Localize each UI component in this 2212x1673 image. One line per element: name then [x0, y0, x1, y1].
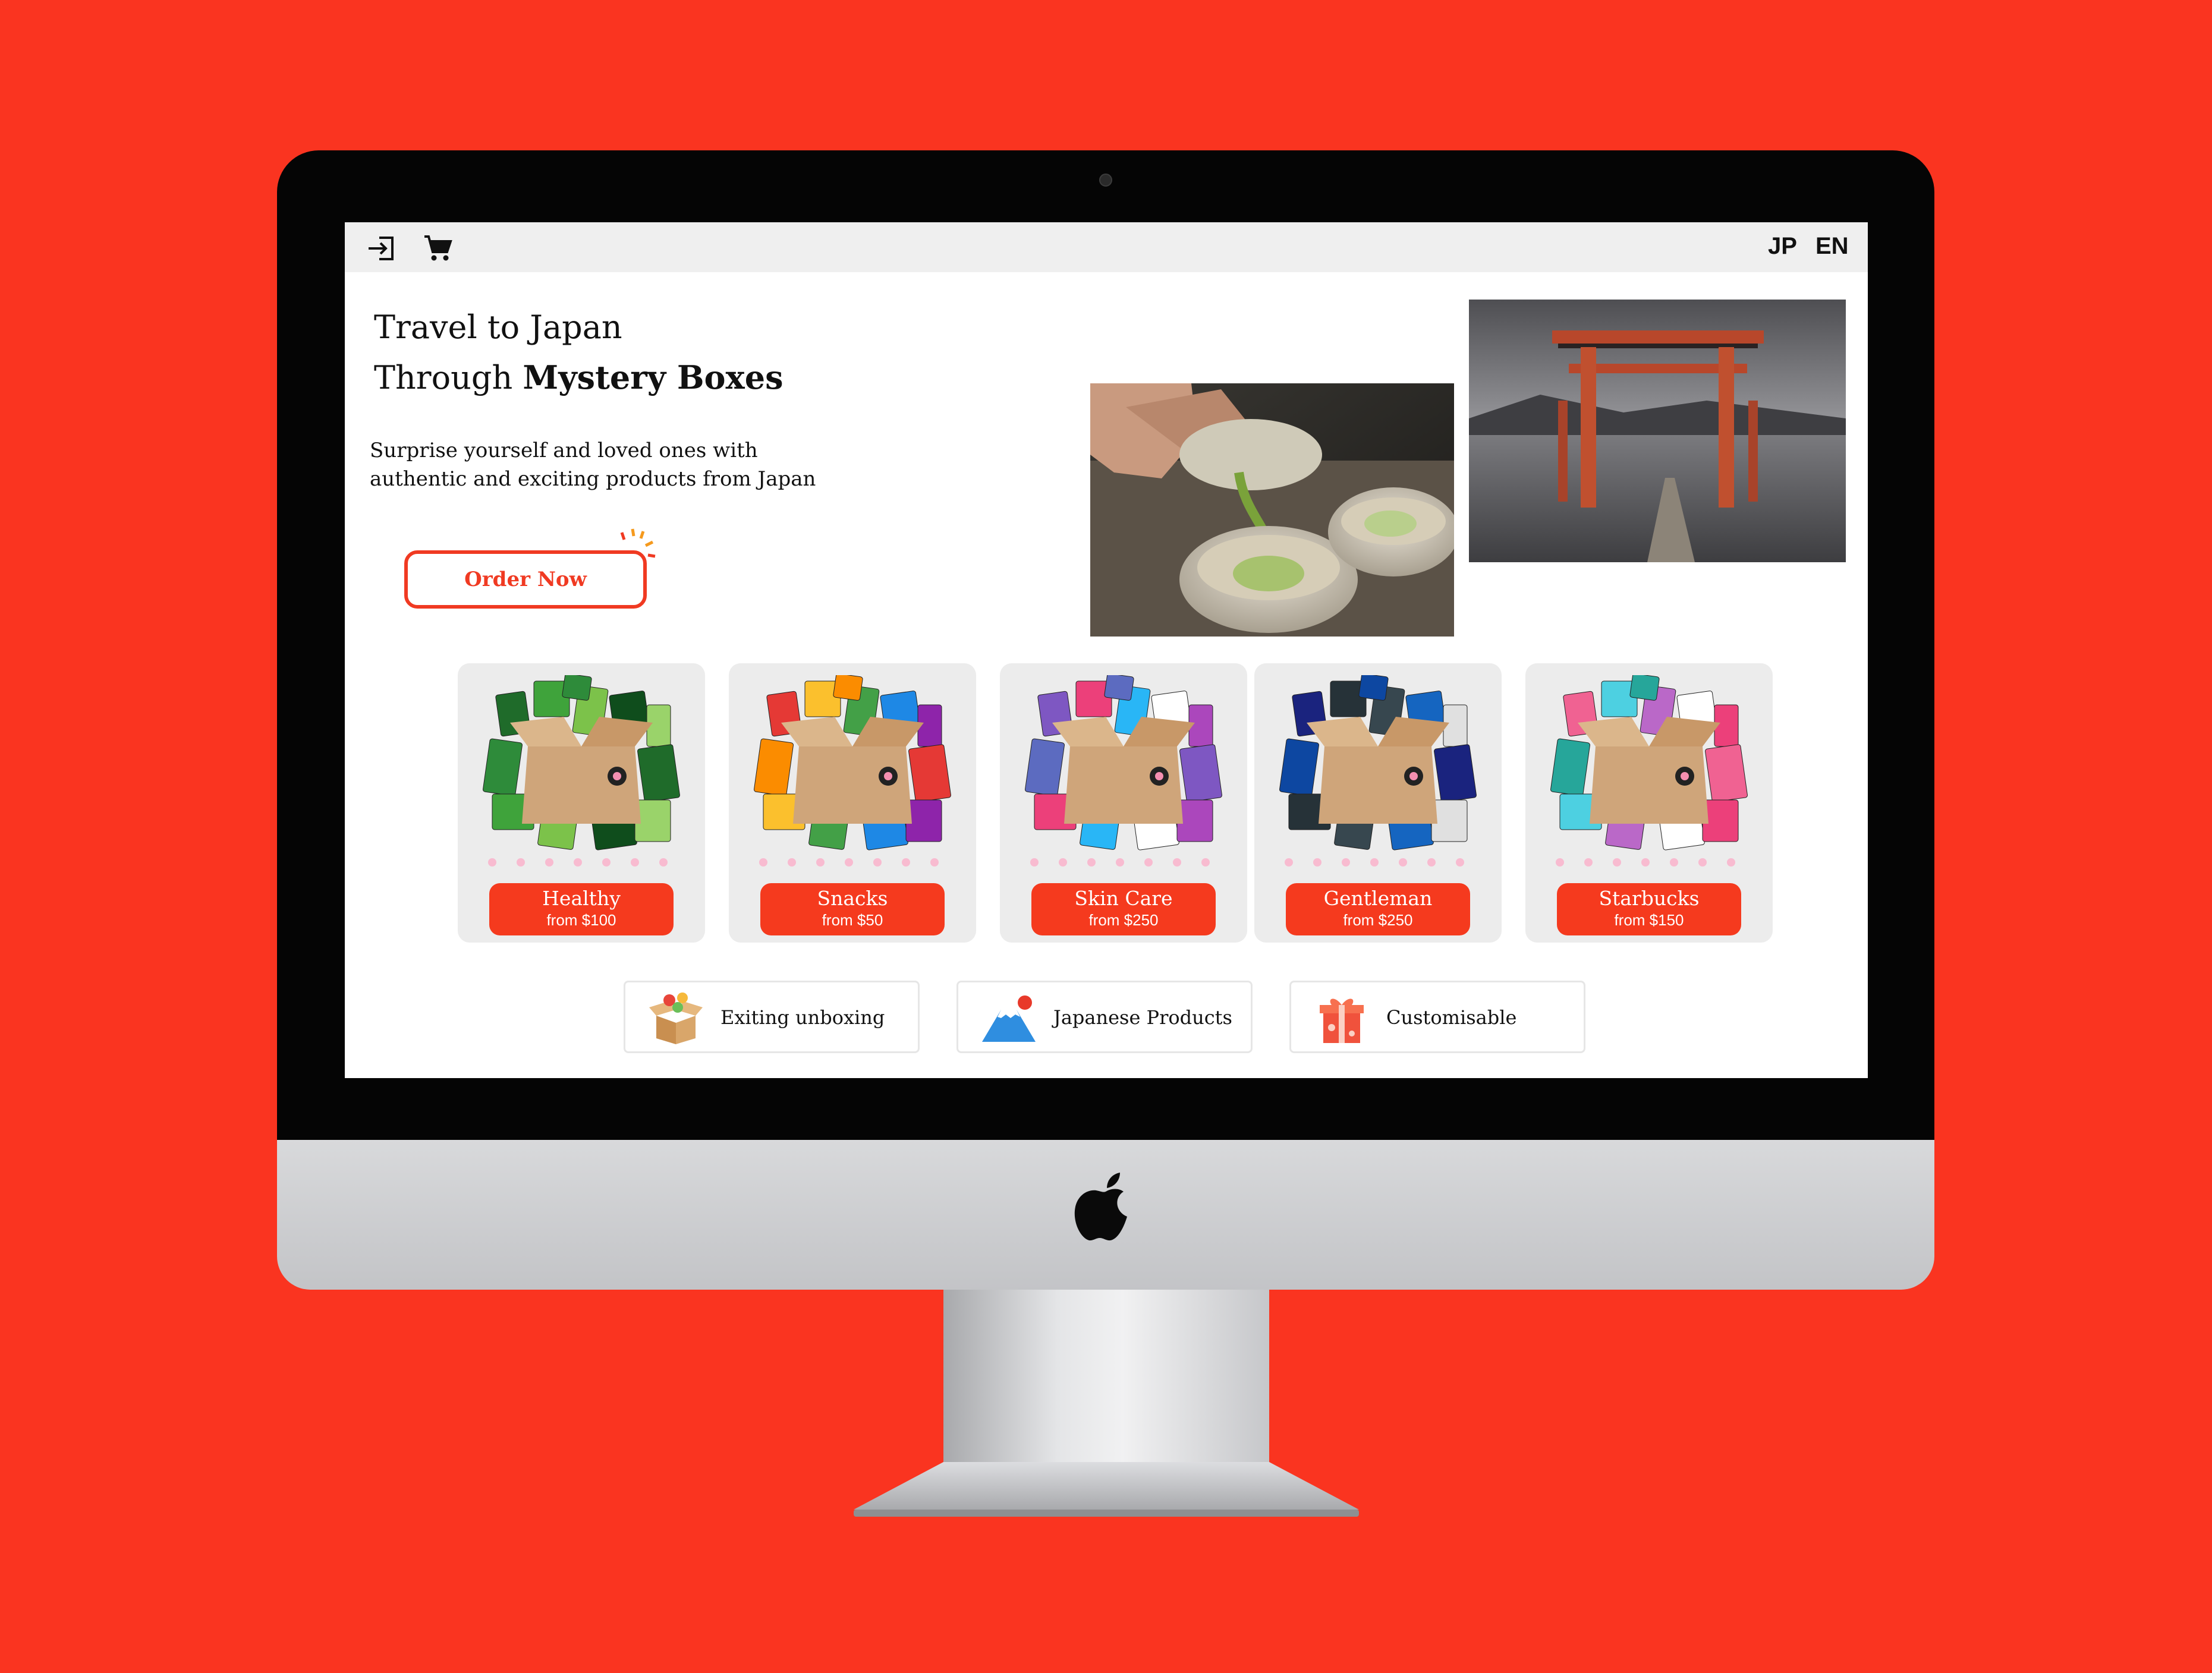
mystery-box-illustration: [483, 675, 680, 867]
hero-title-prefix: Through: [374, 359, 523, 396]
open-box-icon: [649, 993, 703, 1044]
cart-icon[interactable]: [422, 233, 453, 264]
sparkle-icon: [620, 528, 656, 558]
hero-title-bold: Mystery Boxes: [523, 358, 784, 396]
box-card-starbucks[interactable]: Starbucks from $150: [1525, 663, 1773, 943]
box-select-button[interactable]: Snacks from $50: [760, 883, 945, 935]
hero-title-line1: Travel to Japan: [374, 308, 622, 346]
monitor-foot: [854, 1462, 1359, 1517]
box-price: from $100: [546, 911, 616, 929]
matcha-tea-photo: [1090, 383, 1454, 637]
feature-customisable: Customisable: [1289, 981, 1585, 1053]
login-icon[interactable]: [366, 233, 397, 264]
box-price: from $250: [1088, 911, 1159, 929]
box-price: from $250: [1343, 911, 1413, 929]
mystery-box-illustration: [1025, 675, 1222, 867]
mystery-box-illustration: [1550, 675, 1748, 867]
box-name: Snacks: [817, 887, 888, 910]
language-en-option[interactable]: EN: [1815, 233, 1849, 260]
apple-logo-icon: [1074, 1173, 1127, 1241]
feature-japanese-products: Japanese Products: [956, 981, 1253, 1053]
box-name: Skin Care: [1074, 887, 1173, 910]
box-card-snacks[interactable]: Snacks from $50: [729, 663, 976, 943]
box-select-button[interactable]: Skin Care from $250: [1031, 883, 1216, 935]
box-select-button[interactable]: Gentleman from $250: [1286, 883, 1470, 935]
feature-label: Customisable: [1386, 1006, 1517, 1029]
torii-gate-photo: [1469, 300, 1846, 562]
language-jp-option[interactable]: JP: [1768, 233, 1797, 260]
box-name: Starbucks: [1599, 887, 1700, 910]
order-now-button[interactable]: Order Now: [404, 550, 647, 609]
webcam: [1099, 174, 1112, 187]
box-card-skin-care[interactable]: Skin Care from $250: [1000, 663, 1247, 943]
hero-subtitle: Surprise yourself and loved ones with au…: [370, 439, 816, 491]
box-select-button[interactable]: Healthy from $100: [489, 883, 674, 935]
mount-fuji-icon: [982, 995, 1036, 1042]
box-price: from $150: [1614, 911, 1684, 929]
hero-title-line2: Through Mystery Boxes: [374, 358, 784, 396]
box-select-button[interactable]: Starbucks from $150: [1557, 883, 1741, 935]
mystery-box-illustration: [754, 675, 951, 867]
feature-label: Exiting unboxing: [720, 1006, 885, 1029]
feature-exciting-unboxing: Exiting unboxing: [624, 981, 920, 1053]
feature-label: Japanese Products: [1053, 1006, 1232, 1029]
box-card-gentleman[interactable]: Gentleman from $250: [1254, 663, 1502, 943]
top-navigation-bar: JP EN: [345, 222, 1868, 272]
box-name: Gentleman: [1323, 887, 1433, 910]
box-name: Healthy: [542, 887, 621, 910]
website-screen: JP EN Travel to Japan Through Mystery Bo…: [345, 222, 1868, 1078]
mystery-box-illustration: [1279, 675, 1477, 867]
box-price: from $50: [822, 911, 883, 929]
gift-icon: [1320, 998, 1364, 1043]
box-card-healthy[interactable]: Healthy from $100: [458, 663, 705, 943]
